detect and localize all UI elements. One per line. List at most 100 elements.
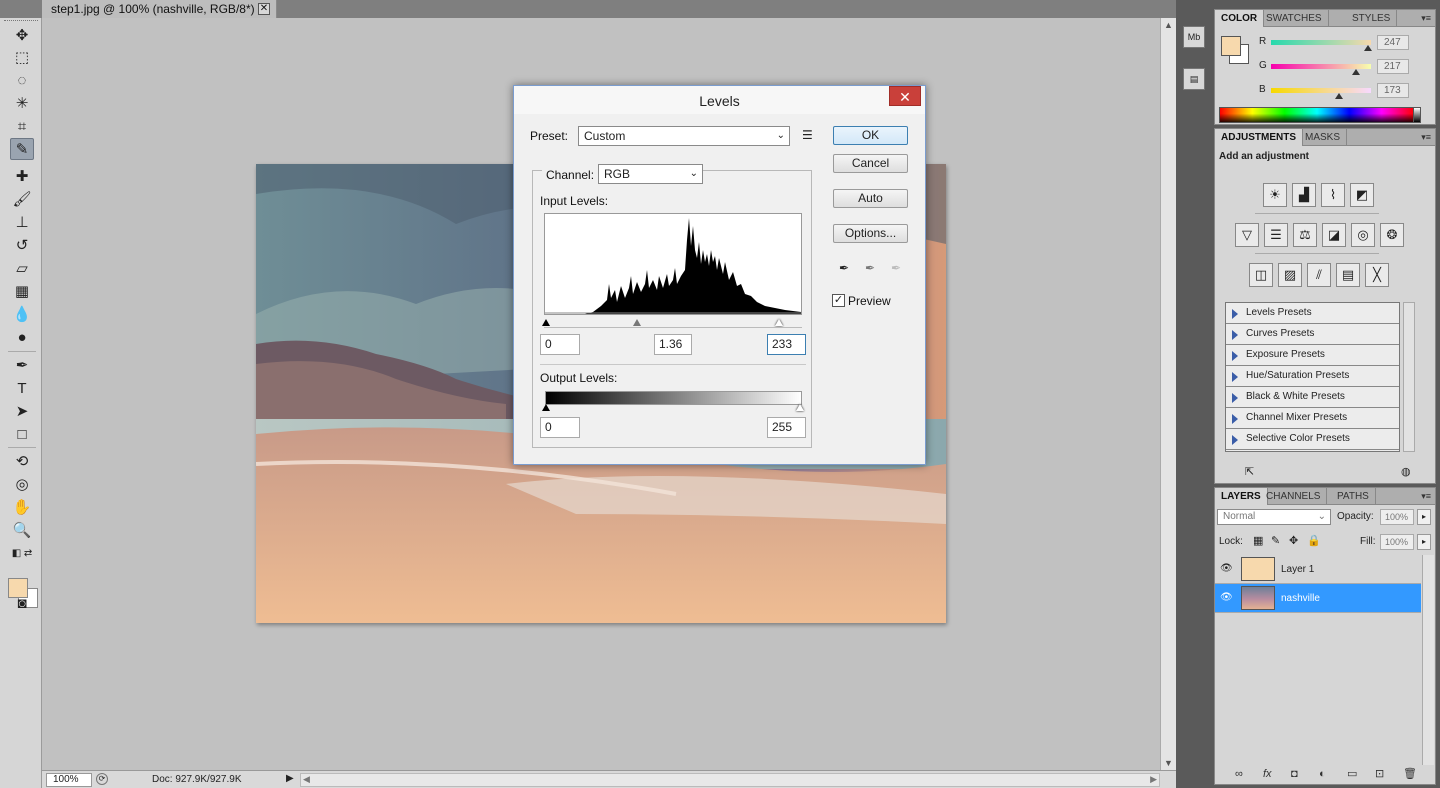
3d-rotate-tool-icon[interactable]: ⟲ — [10, 450, 34, 472]
quick-selection-tool-icon[interactable]: ✳ — [10, 92, 34, 114]
photo-filter-icon[interactable]: ◎ — [1351, 223, 1375, 247]
blue-value[interactable]: 173 — [1377, 83, 1409, 98]
lock-all-icon[interactable]: 🔒 — [1307, 534, 1321, 547]
status-menu-icon[interactable]: ▶ — [286, 773, 294, 784]
crop-tool-icon[interactable]: ⌗ — [10, 115, 34, 137]
input-gamma-field[interactable]: 1.36 — [654, 334, 692, 355]
type-tool-icon[interactable]: T — [10, 377, 34, 399]
scroll-left-icon[interactable]: ◀ — [303, 774, 310, 785]
scroll-down-icon[interactable]: ▼ — [1164, 758, 1173, 768]
document-tab[interactable]: step1.jpg @ 100% (nashville, RGB/8*) * ✕ — [42, 0, 277, 18]
black-white-icon[interactable]: ◪ — [1322, 223, 1346, 247]
channel-select[interactable]: RGB ⌄ — [598, 164, 703, 184]
return-to-list-icon[interactable]: ⇱ — [1245, 465, 1254, 478]
clone-stamp-tool-icon[interactable]: ⊥ — [10, 211, 34, 233]
scroll-up-icon[interactable]: ▲ — [1164, 20, 1173, 30]
blue-slider-thumb[interactable] — [1335, 93, 1343, 99]
lasso-tool-icon[interactable]: ◌ — [10, 69, 34, 91]
opacity-arrow-icon[interactable]: ▸ — [1417, 509, 1431, 525]
tab-swatches[interactable]: SWATCHES — [1260, 10, 1329, 27]
link-layers-icon[interactable]: ∞ — [1235, 768, 1243, 780]
red-slider-thumb[interactable] — [1364, 45, 1372, 51]
close-icon[interactable]: ✕ — [258, 3, 270, 15]
eye-icon[interactable]: 👁 — [1220, 563, 1233, 574]
brightness-contrast-icon[interactable]: ☀ — [1263, 183, 1287, 207]
output-white-slider[interactable] — [796, 404, 804, 411]
gradient-tool-icon[interactable]: ▦ — [10, 280, 34, 302]
red-slider[interactable] — [1271, 40, 1371, 45]
input-white-field[interactable]: 233 — [767, 334, 806, 355]
foreground-color-swatch[interactable] — [1221, 36, 1241, 56]
tab-channels[interactable]: CHANNELS — [1260, 488, 1328, 505]
tab-styles[interactable]: STYLES — [1346, 10, 1398, 27]
exposure-icon[interactable]: ◩ — [1350, 183, 1374, 207]
preset-black-white[interactable]: Black & White Presets — [1226, 387, 1399, 408]
eye-icon[interactable]: 👁 — [1220, 592, 1233, 603]
output-white-field[interactable]: 255 — [767, 417, 806, 438]
input-gamma-slider[interactable] — [633, 319, 641, 326]
options-button[interactable]: Options... — [833, 224, 908, 243]
invert-icon[interactable]: ◫ — [1249, 263, 1273, 287]
input-white-slider[interactable] — [775, 319, 783, 326]
auto-button[interactable]: Auto — [833, 189, 908, 208]
white-eyedropper-icon[interactable]: ✒ — [888, 261, 904, 277]
lock-pixels-icon[interactable]: ✎ — [1271, 534, 1280, 547]
preset-curves[interactable]: Curves Presets — [1226, 324, 1399, 345]
presets-scrollbar[interactable] — [1403, 302, 1415, 452]
panel-menu-icon[interactable]: ▾≡ — [1421, 491, 1431, 502]
levels-icon[interactable]: ▟ — [1292, 183, 1316, 207]
ok-button[interactable]: OK — [833, 126, 908, 145]
layer-row-nashville[interactable]: 👁 nashville — [1215, 584, 1421, 613]
preview-checkbox[interactable]: ✓ — [832, 294, 845, 307]
preset-options-icon[interactable]: ☰ — [802, 128, 813, 142]
path-selection-tool-icon[interactable]: ➤ — [10, 400, 34, 422]
tab-paths[interactable]: PATHS — [1331, 488, 1376, 505]
new-group-icon[interactable]: ▭ — [1347, 767, 1357, 780]
preset-exposure[interactable]: Exposure Presets — [1226, 345, 1399, 366]
hue-saturation-icon[interactable]: ☰ — [1264, 223, 1288, 247]
preset-select[interactable]: Custom ⌄ — [578, 126, 790, 146]
fill-field[interactable]: 100% — [1380, 534, 1414, 550]
eraser-tool-icon[interactable]: ▱ — [10, 257, 34, 279]
mini-bridge-icon[interactable]: Mb — [1183, 26, 1205, 48]
channel-mixer-icon[interactable]: ❂ — [1380, 223, 1404, 247]
history-brush-tool-icon[interactable]: ↺ — [10, 234, 34, 256]
panel-menu-icon[interactable]: ▾≡ — [1421, 13, 1431, 24]
blend-mode-select[interactable]: Normal ⌄ — [1217, 509, 1331, 525]
posterize-icon[interactable]: ▨ — [1278, 263, 1302, 287]
blur-tool-icon[interactable]: 💧 — [10, 303, 34, 325]
close-icon[interactable]: ✕ — [889, 86, 921, 106]
input-black-field[interactable]: 0 — [540, 334, 580, 355]
red-value[interactable]: 247 — [1377, 35, 1409, 50]
vibrance-icon[interactable]: ▽ — [1235, 223, 1259, 247]
new-layer-icon[interactable]: ⊡ — [1375, 767, 1384, 780]
delete-layer-icon[interactable]: 🗑 — [1403, 767, 1417, 780]
input-black-slider[interactable] — [542, 319, 550, 326]
threshold-icon[interactable]: ⫽ — [1307, 263, 1331, 287]
opacity-field[interactable]: 100% — [1380, 509, 1414, 525]
black-eyedropper-icon[interactable]: ✒ — [836, 261, 852, 277]
quick-mask-icon[interactable]: ◙ — [10, 592, 34, 614]
hand-tool-icon[interactable]: ✋ — [10, 496, 34, 518]
layer-row-layer-1[interactable]: 👁 Layer 1 — [1215, 555, 1421, 584]
gray-eyedropper-icon[interactable]: ✒ — [862, 261, 878, 277]
new-adjustment-layer-icon[interactable]: ◐ — [1319, 768, 1326, 780]
blue-slider[interactable] — [1271, 88, 1371, 93]
zoom-field[interactable]: 100% — [46, 773, 92, 787]
layer-style-icon[interactable]: fx — [1263, 768, 1272, 780]
gradient-map-icon[interactable]: ▤ — [1336, 263, 1360, 287]
vertical-scrollbar[interactable]: ▲ ▼ — [1160, 18, 1176, 770]
color-balance-icon[interactable]: ⚖ — [1293, 223, 1317, 247]
pen-tool-icon[interactable]: ✒ — [10, 354, 34, 376]
output-black-slider[interactable] — [542, 404, 550, 411]
lock-transparency-icon[interactable]: ▦ — [1253, 534, 1263, 547]
tab-masks[interactable]: MASKS — [1299, 129, 1348, 146]
move-tool-icon[interactable]: ✥ — [10, 24, 34, 46]
color-spectrum[interactable] — [1219, 107, 1415, 123]
zoom-tool-icon[interactable]: 🔍 — [10, 519, 34, 541]
curves-icon[interactable]: ⌇ — [1321, 183, 1345, 207]
black-white-ramp[interactable] — [1413, 107, 1421, 123]
layers-scrollbar[interactable] — [1422, 555, 1434, 765]
dodge-tool-icon[interactable]: ● — [10, 326, 34, 348]
preset-hue-saturation[interactable]: Hue/Saturation Presets — [1226, 366, 1399, 387]
